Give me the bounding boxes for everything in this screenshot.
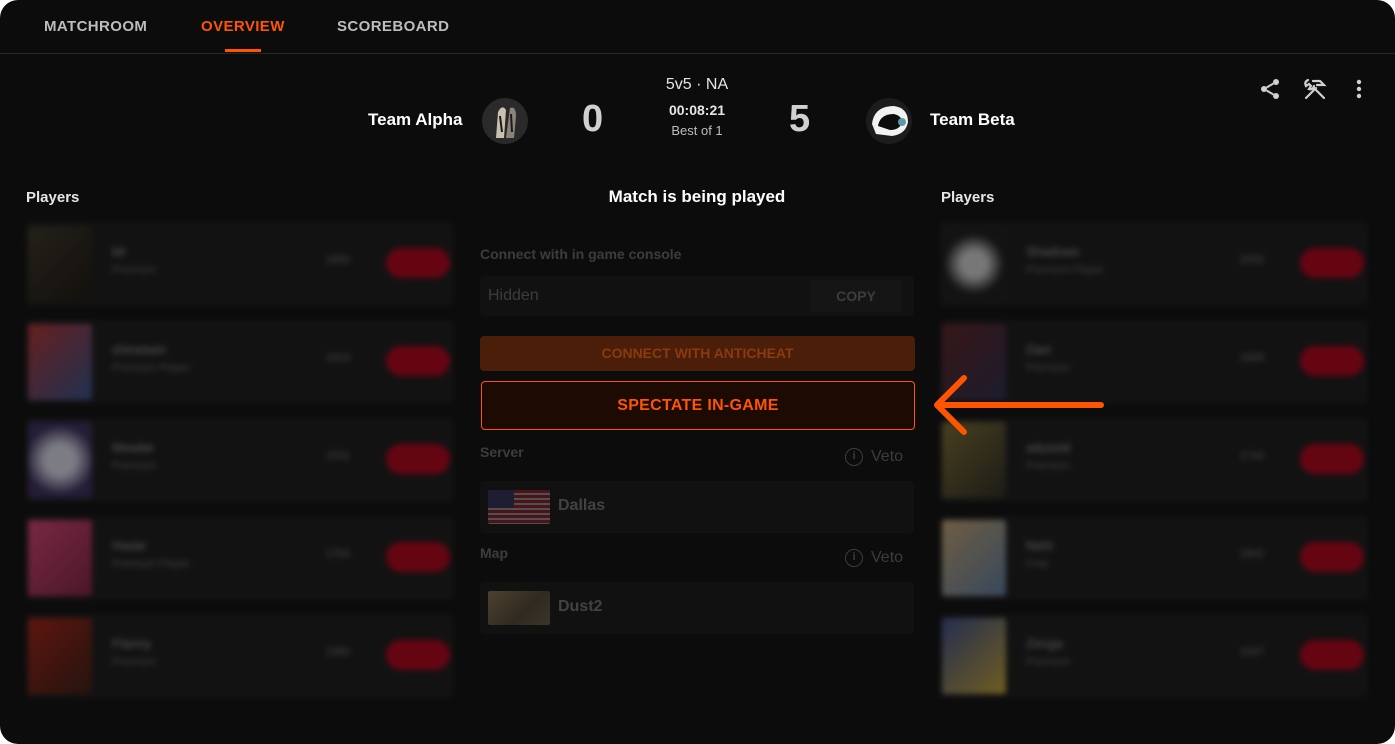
connect-input[interactable]: Hidden <box>488 287 539 305</box>
player-name: blr <box>112 244 127 259</box>
level-badge <box>1300 640 1364 670</box>
player-name: Flanny <box>112 636 152 651</box>
player-card[interactable]: blr Premium 1850 <box>26 222 454 306</box>
player-name: Haste <box>112 538 146 553</box>
player-sub: Premium <box>1026 656 1071 668</box>
player-sub: Premium <box>112 460 157 472</box>
team1-logo[interactable] <box>482 98 528 144</box>
avatar <box>942 226 1006 302</box>
server-veto[interactable]: i Veto <box>845 448 903 466</box>
player-name: adyssid <box>1026 440 1071 455</box>
connect-label: Connect with in game console <box>480 246 682 262</box>
team2-score: 5 <box>789 98 811 140</box>
map-name: Dust2 <box>558 598 603 615</box>
player-name: Dart <box>1026 342 1051 357</box>
level-badge <box>1300 248 1364 278</box>
player-card[interactable]: Flanny Premium 1980 <box>26 614 454 698</box>
player-elo: 1937 <box>1239 646 1264 658</box>
player-sub: Premium <box>112 656 157 668</box>
level-badge <box>386 346 450 376</box>
level-badge <box>386 248 450 278</box>
info-icon: i <box>845 448 863 466</box>
tools-icon[interactable] <box>1302 77 1327 101</box>
player-sub: Premium Player <box>1026 264 1105 276</box>
level-badge <box>386 542 450 572</box>
avatar <box>28 520 92 596</box>
map-thumbnail <box>488 591 550 625</box>
player-name: shinetwin <box>112 342 167 357</box>
player-sub: Premium Player <box>112 362 191 374</box>
avatar <box>942 618 1006 694</box>
player-card[interactable]: Zenga Premium 1937 <box>940 614 1368 698</box>
copy-button[interactable]: COPY <box>810 280 902 312</box>
left-player-list: blr Premium 1850 shinetwin Premium Playe… <box>26 222 454 712</box>
map-veto-label: Veto <box>871 549 904 566</box>
player-sub: Premium <box>1026 460 1071 472</box>
team2-name[interactable]: Team Beta <box>930 110 1015 130</box>
team1-score: 0 <box>582 98 604 140</box>
map-label: Map <box>480 545 508 561</box>
level-badge <box>386 444 450 474</box>
match-status: Match is being played <box>608 187 786 206</box>
avatar <box>28 226 92 302</box>
player-sub: Free <box>1026 558 1049 570</box>
player-elo: 1899 <box>1239 352 1264 364</box>
active-tab-indicator <box>225 49 261 52</box>
team2-logo[interactable] <box>866 98 912 144</box>
player-card[interactable]: shinetwin Premium Player 1923 <box>26 320 454 404</box>
player-elo: 1744 <box>1239 450 1264 462</box>
match-best-of: Best of 1 <box>671 123 723 138</box>
match-room-window: MATCHROOM OVERVIEW SCOREBOARD Team Alpha… <box>0 0 1395 744</box>
avatar <box>28 324 92 400</box>
avatar <box>28 618 92 694</box>
player-name: Mowbe <box>112 440 154 455</box>
map-option[interactable]: Dust2 <box>480 582 914 634</box>
arrow-icon <box>934 375 1104 435</box>
player-elo: 2011 <box>326 450 350 462</box>
more-icon[interactable] <box>1347 77 1371 101</box>
top-nav: MATCHROOM OVERVIEW SCOREBOARD <box>0 0 1395 54</box>
server-label: Server <box>480 444 524 460</box>
player-card[interactable]: Nehi Free 1802 <box>940 516 1368 600</box>
us-flag-icon <box>488 490 550 524</box>
player-elo: 2055 <box>1239 254 1264 266</box>
player-elo: 1802 <box>1239 548 1264 560</box>
level-badge <box>1300 542 1364 572</box>
player-name: Shadows <box>1026 244 1080 259</box>
map-veto[interactable]: i Veto <box>845 549 903 567</box>
level-badge <box>1300 346 1364 376</box>
level-badge <box>386 640 450 670</box>
player-name: Zenga <box>1026 636 1063 651</box>
player-elo: 1764 <box>325 548 350 560</box>
left-players-title: Players <box>26 189 80 206</box>
right-player-list: Shadows Premium Player 2055 Dart Premium… <box>940 222 1368 712</box>
player-card[interactable]: Mowbe Premium 2011 <box>26 418 454 502</box>
tab-overview[interactable]: OVERVIEW <box>201 18 285 35</box>
right-players-title: Players <box>941 189 995 206</box>
tab-matchroom[interactable]: MATCHROOM <box>44 18 147 35</box>
avatar <box>942 520 1006 596</box>
player-name: Nehi <box>1026 538 1053 553</box>
player-elo: 1980 <box>325 646 350 658</box>
player-sub: Premium <box>112 264 157 276</box>
server-veto-label: Veto <box>871 448 904 465</box>
spectate-button[interactable]: SPECTATE IN-GAME <box>481 381 915 430</box>
server-name: Dallas <box>558 497 606 514</box>
player-sub: Premium Player <box>112 558 191 570</box>
player-elo: 1923 <box>325 352 350 364</box>
match-timer: 00:08:21 <box>668 102 726 118</box>
match-mode: 5v5 · NA <box>665 76 729 93</box>
info-icon: i <box>845 549 863 567</box>
player-card[interactable]: Haste Premium Player 1764 <box>26 516 454 600</box>
server-option[interactable]: Dallas <box>480 481 914 533</box>
tab-scoreboard[interactable]: SCOREBOARD <box>337 18 449 35</box>
connect-field: Hidden COPY <box>480 276 914 316</box>
connect-anticheat-button[interactable]: CONNECT WITH ANTICHEAT <box>480 336 915 371</box>
avatar <box>28 422 92 498</box>
player-elo: 1850 <box>325 254 350 266</box>
share-icon[interactable] <box>1258 77 1282 101</box>
player-card[interactable]: Shadows Premium Player 2055 <box>940 222 1368 306</box>
level-badge <box>1300 444 1364 474</box>
team1-name[interactable]: Team Alpha <box>368 110 462 130</box>
